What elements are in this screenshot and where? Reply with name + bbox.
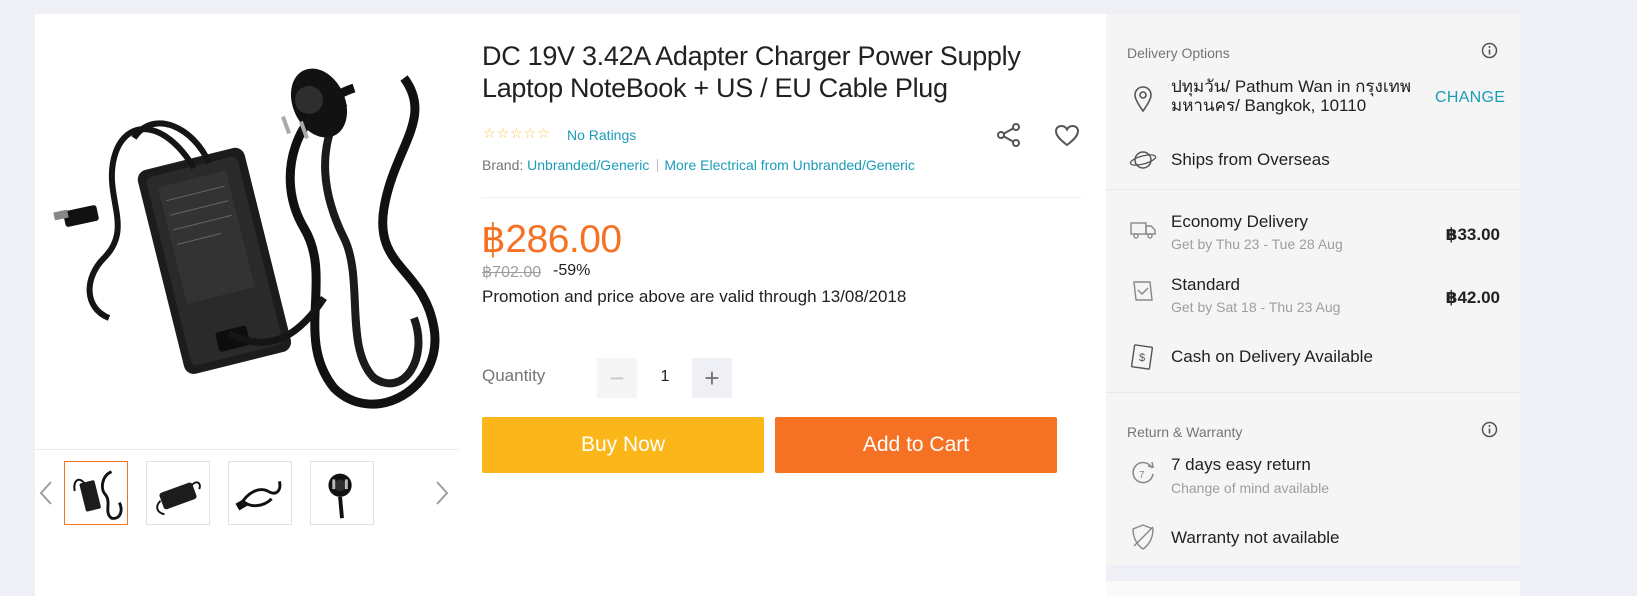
product-title: DC 19V 3.42A Adapter Charger Power Suppl… bbox=[482, 40, 1082, 104]
warranty-status-text: Warranty not available bbox=[1171, 528, 1340, 547]
star-empty-icon: ☆ bbox=[483, 125, 496, 141]
svg-text:$: $ bbox=[1139, 352, 1145, 364]
quantity-decrease-button[interactable]: − bbox=[597, 358, 637, 398]
gallery-next-button[interactable] bbox=[432, 478, 452, 508]
quantity-label: Quantity bbox=[482, 366, 546, 385]
return-warranty-title: Return & Warranty bbox=[1127, 424, 1243, 440]
star-rating[interactable]: ☆ ☆ ☆ ☆ ☆ bbox=[483, 126, 550, 140]
change-location-button[interactable]: CHANGE bbox=[1435, 89, 1505, 107]
original-price: ฿702.00 bbox=[482, 264, 542, 281]
delivery-divider bbox=[1106, 189, 1520, 190]
ships-from-text: Ships from Overseas bbox=[1171, 150, 1330, 169]
economy-delivery-price: ฿33.00 bbox=[1445, 225, 1500, 244]
delivery-location-line-1: ปทุมวัน/ Pathum Wan in กรุงเทพ bbox=[1171, 77, 1412, 96]
delivery-options-title: Delivery Options bbox=[1127, 45, 1230, 61]
quantity-increase-button[interactable]: + bbox=[692, 358, 732, 398]
brand-line: Brand: Unbranded/Generic More Electrical … bbox=[482, 157, 915, 173]
chevron-left-icon bbox=[39, 481, 52, 505]
cash-on-delivery-text: Cash on Delivery Available bbox=[1171, 347, 1373, 366]
easy-return-icon: 7 bbox=[1128, 458, 1158, 488]
star-empty-icon: ☆ bbox=[510, 125, 523, 141]
next-panel bbox=[1106, 581, 1520, 596]
economy-delivery-name: Economy Delivery bbox=[1171, 212, 1308, 231]
brand-link[interactable]: Unbranded/Generic bbox=[527, 157, 649, 173]
buy-now-button[interactable]: Buy Now bbox=[482, 417, 764, 473]
main-product-image[interactable] bbox=[44, 28, 444, 428]
star-empty-icon: ☆ bbox=[496, 125, 510, 141]
standard-delivery-name: Standard bbox=[1171, 275, 1240, 294]
brand-separator bbox=[657, 159, 659, 172]
info-divider bbox=[482, 197, 1082, 198]
ships-overseas-icon bbox=[1128, 145, 1158, 175]
delivery-info-icon[interactable] bbox=[1481, 42, 1498, 59]
gallery-divider bbox=[35, 449, 459, 450]
svg-text:7: 7 bbox=[1139, 470, 1145, 481]
star-empty-icon: ☆ bbox=[523, 125, 537, 141]
cash-on-delivery-icon: $ bbox=[1128, 341, 1158, 371]
gallery-thumbnail-3[interactable] bbox=[228, 461, 292, 525]
panel-gap bbox=[1106, 565, 1520, 581]
gallery-prev-button[interactable] bbox=[36, 478, 56, 508]
quantity-value[interactable]: 1 bbox=[645, 368, 685, 386]
easy-return-title: 7 days easy return bbox=[1171, 455, 1311, 474]
ratings-link[interactable]: No Ratings bbox=[567, 127, 636, 143]
economy-truck-icon bbox=[1128, 214, 1158, 244]
star-empty-icon: ☆ bbox=[537, 125, 550, 141]
gallery-thumbnail-1[interactable] bbox=[64, 461, 128, 525]
standard-delivery-icon bbox=[1128, 276, 1158, 306]
standard-delivery-eta: Get by Sat 18 - Thu 23 Aug bbox=[1171, 299, 1341, 315]
product-title-line-2: Laptop NoteBook + US / EU Cable Plug bbox=[482, 73, 948, 103]
gallery-thumbnail-2[interactable] bbox=[146, 461, 210, 525]
chevron-right-icon bbox=[436, 481, 449, 505]
no-warranty-shield-icon bbox=[1128, 522, 1158, 552]
easy-return-sub: Change of mind available bbox=[1171, 480, 1329, 496]
delivery-location: ปทุมวัน/ Pathum Wan in กรุงเทพ มหานคร/ B… bbox=[1171, 77, 1431, 115]
discount-percent: -59% bbox=[553, 262, 591, 279]
wishlist-heart-icon[interactable] bbox=[1054, 124, 1080, 148]
gallery-thumbnail-4[interactable] bbox=[310, 461, 374, 525]
standard-delivery-price: ฿42.00 bbox=[1445, 288, 1500, 307]
warranty-divider bbox=[1106, 392, 1520, 393]
location-pin-icon bbox=[1128, 84, 1158, 114]
add-to-cart-button[interactable]: Add to Cart bbox=[775, 417, 1057, 473]
share-icon[interactable] bbox=[996, 122, 1022, 148]
current-price: ฿286.00 bbox=[481, 218, 622, 261]
product-title-line-1: DC 19V 3.42A Adapter Charger Power Suppl… bbox=[482, 41, 1021, 71]
brand-label: Brand: bbox=[482, 157, 524, 173]
more-from-brand-link[interactable]: More Electrical from Unbranded/Generic bbox=[664, 157, 915, 173]
delivery-location-line-2: มหานคร/ Bangkok, 10110 bbox=[1171, 96, 1367, 115]
warranty-info-icon[interactable] bbox=[1481, 421, 1498, 438]
economy-delivery-eta: Get by Thu 23 - Tue 28 Aug bbox=[1171, 236, 1343, 252]
promotion-note: Promotion and price above are valid thro… bbox=[482, 287, 907, 306]
